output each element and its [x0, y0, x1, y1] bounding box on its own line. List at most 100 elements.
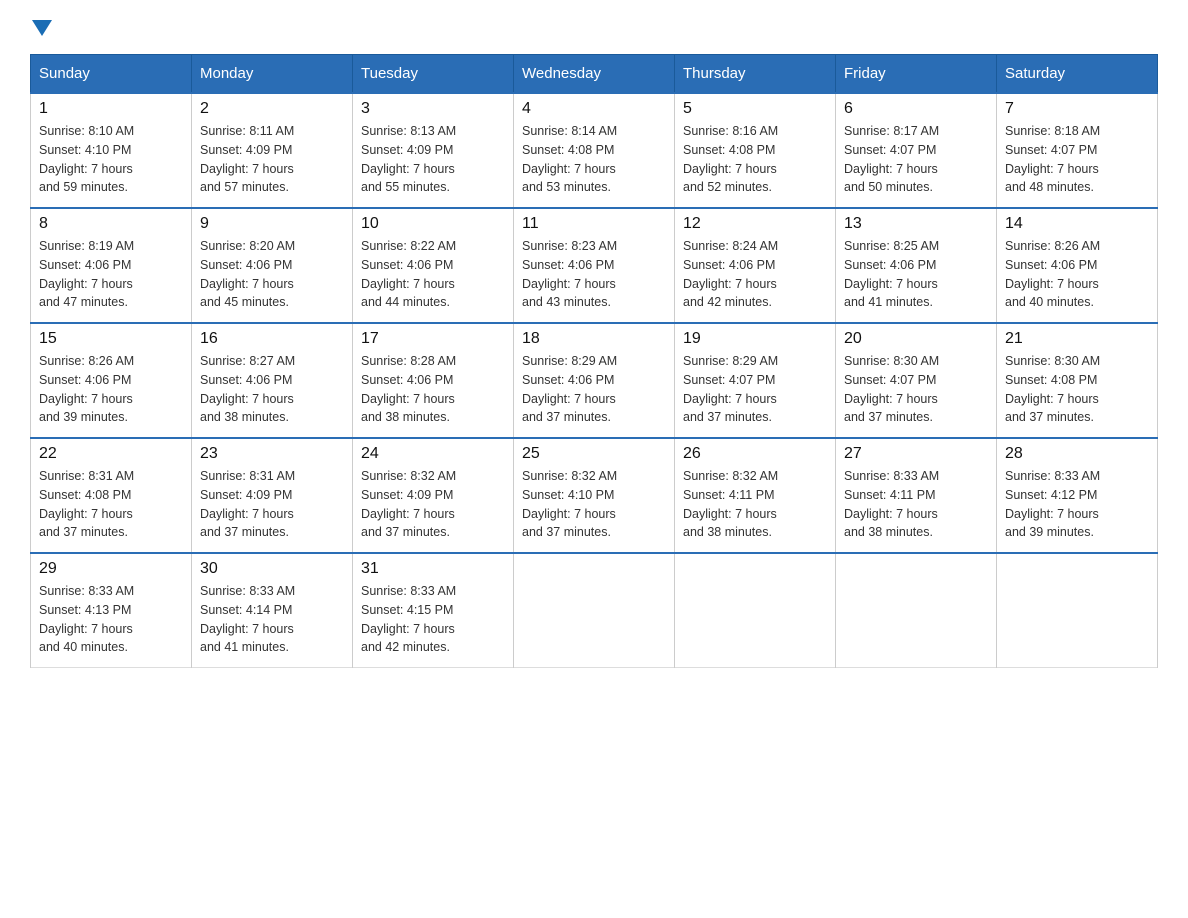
day-number: 12 — [683, 215, 827, 233]
day-info: Sunrise: 8:23 AM Sunset: 4:06 PM Dayligh… — [522, 237, 666, 312]
day-number: 25 — [522, 445, 666, 463]
calendar-cell: 3 Sunrise: 8:13 AM Sunset: 4:09 PM Dayli… — [353, 93, 514, 208]
calendar-cell: 27 Sunrise: 8:33 AM Sunset: 4:11 PM Dayl… — [836, 438, 997, 553]
calendar-cell: 7 Sunrise: 8:18 AM Sunset: 4:07 PM Dayli… — [997, 93, 1158, 208]
day-number: 31 — [361, 560, 505, 578]
calendar-cell: 1 Sunrise: 8:10 AM Sunset: 4:10 PM Dayli… — [31, 93, 192, 208]
weekday-header-thursday: Thursday — [675, 55, 836, 94]
day-number: 29 — [39, 560, 183, 578]
day-info: Sunrise: 8:32 AM Sunset: 4:11 PM Dayligh… — [683, 467, 827, 542]
day-info: Sunrise: 8:26 AM Sunset: 4:06 PM Dayligh… — [1005, 237, 1149, 312]
calendar-cell: 24 Sunrise: 8:32 AM Sunset: 4:09 PM Dayl… — [353, 438, 514, 553]
day-info: Sunrise: 8:18 AM Sunset: 4:07 PM Dayligh… — [1005, 122, 1149, 197]
day-number: 14 — [1005, 215, 1149, 233]
calendar-cell: 29 Sunrise: 8:33 AM Sunset: 4:13 PM Dayl… — [31, 553, 192, 668]
day-number: 7 — [1005, 100, 1149, 118]
day-info: Sunrise: 8:20 AM Sunset: 4:06 PM Dayligh… — [200, 237, 344, 312]
day-number: 28 — [1005, 445, 1149, 463]
day-number: 3 — [361, 100, 505, 118]
day-number: 17 — [361, 330, 505, 348]
day-info: Sunrise: 8:13 AM Sunset: 4:09 PM Dayligh… — [361, 122, 505, 197]
calendar-cell: 19 Sunrise: 8:29 AM Sunset: 4:07 PM Dayl… — [675, 323, 836, 438]
day-info: Sunrise: 8:24 AM Sunset: 4:06 PM Dayligh… — [683, 237, 827, 312]
day-number: 1 — [39, 100, 183, 118]
day-number: 6 — [844, 100, 988, 118]
calendar-cell: 21 Sunrise: 8:30 AM Sunset: 4:08 PM Dayl… — [997, 323, 1158, 438]
day-number: 23 — [200, 445, 344, 463]
day-number: 15 — [39, 330, 183, 348]
day-number: 2 — [200, 100, 344, 118]
day-number: 26 — [683, 445, 827, 463]
day-info: Sunrise: 8:26 AM Sunset: 4:06 PM Dayligh… — [39, 352, 183, 427]
calendar-cell: 25 Sunrise: 8:32 AM Sunset: 4:10 PM Dayl… — [514, 438, 675, 553]
weekday-header-monday: Monday — [192, 55, 353, 94]
day-info: Sunrise: 8:31 AM Sunset: 4:08 PM Dayligh… — [39, 467, 183, 542]
calendar-cell: 18 Sunrise: 8:29 AM Sunset: 4:06 PM Dayl… — [514, 323, 675, 438]
day-number: 20 — [844, 330, 988, 348]
weekday-header-sunday: Sunday — [31, 55, 192, 94]
calendar-cell: 6 Sunrise: 8:17 AM Sunset: 4:07 PM Dayli… — [836, 93, 997, 208]
day-number: 11 — [522, 215, 666, 233]
calendar-week-row: 15 Sunrise: 8:26 AM Sunset: 4:06 PM Dayl… — [31, 323, 1158, 438]
day-number: 24 — [361, 445, 505, 463]
day-number: 5 — [683, 100, 827, 118]
day-info: Sunrise: 8:19 AM Sunset: 4:06 PM Dayligh… — [39, 237, 183, 312]
calendar-cell: 20 Sunrise: 8:30 AM Sunset: 4:07 PM Dayl… — [836, 323, 997, 438]
day-info: Sunrise: 8:14 AM Sunset: 4:08 PM Dayligh… — [522, 122, 666, 197]
calendar-cell: 2 Sunrise: 8:11 AM Sunset: 4:09 PM Dayli… — [192, 93, 353, 208]
calendar-cell: 30 Sunrise: 8:33 AM Sunset: 4:14 PM Dayl… — [192, 553, 353, 668]
calendar-cell: 12 Sunrise: 8:24 AM Sunset: 4:06 PM Dayl… — [675, 208, 836, 323]
day-number: 18 — [522, 330, 666, 348]
day-number: 27 — [844, 445, 988, 463]
calendar-cell: 23 Sunrise: 8:31 AM Sunset: 4:09 PM Dayl… — [192, 438, 353, 553]
day-info: Sunrise: 8:33 AM Sunset: 4:14 PM Dayligh… — [200, 582, 344, 657]
calendar-cell: 14 Sunrise: 8:26 AM Sunset: 4:06 PM Dayl… — [997, 208, 1158, 323]
calendar-cell: 17 Sunrise: 8:28 AM Sunset: 4:06 PM Dayl… — [353, 323, 514, 438]
calendar-cell — [675, 553, 836, 668]
day-info: Sunrise: 8:17 AM Sunset: 4:07 PM Dayligh… — [844, 122, 988, 197]
calendar-cell: 28 Sunrise: 8:33 AM Sunset: 4:12 PM Dayl… — [997, 438, 1158, 553]
weekday-header-row: SundayMondayTuesdayWednesdayThursdayFrid… — [31, 55, 1158, 94]
calendar-week-row: 8 Sunrise: 8:19 AM Sunset: 4:06 PM Dayli… — [31, 208, 1158, 323]
logo — [30, 20, 52, 34]
calendar-cell: 11 Sunrise: 8:23 AM Sunset: 4:06 PM Dayl… — [514, 208, 675, 323]
day-info: Sunrise: 8:32 AM Sunset: 4:09 PM Dayligh… — [361, 467, 505, 542]
day-number: 21 — [1005, 330, 1149, 348]
weekday-header-saturday: Saturday — [997, 55, 1158, 94]
day-info: Sunrise: 8:16 AM Sunset: 4:08 PM Dayligh… — [683, 122, 827, 197]
day-number: 16 — [200, 330, 344, 348]
day-info: Sunrise: 8:33 AM Sunset: 4:12 PM Dayligh… — [1005, 467, 1149, 542]
calendar-cell: 8 Sunrise: 8:19 AM Sunset: 4:06 PM Dayli… — [31, 208, 192, 323]
calendar-cell: 9 Sunrise: 8:20 AM Sunset: 4:06 PM Dayli… — [192, 208, 353, 323]
weekday-header-tuesday: Tuesday — [353, 55, 514, 94]
day-number: 4 — [522, 100, 666, 118]
day-number: 22 — [39, 445, 183, 463]
calendar-week-row: 29 Sunrise: 8:33 AM Sunset: 4:13 PM Dayl… — [31, 553, 1158, 668]
day-number: 8 — [39, 215, 183, 233]
calendar-cell: 10 Sunrise: 8:22 AM Sunset: 4:06 PM Dayl… — [353, 208, 514, 323]
calendar-week-row: 22 Sunrise: 8:31 AM Sunset: 4:08 PM Dayl… — [31, 438, 1158, 553]
day-info: Sunrise: 8:22 AM Sunset: 4:06 PM Dayligh… — [361, 237, 505, 312]
calendar-cell: 15 Sunrise: 8:26 AM Sunset: 4:06 PM Dayl… — [31, 323, 192, 438]
day-info: Sunrise: 8:10 AM Sunset: 4:10 PM Dayligh… — [39, 122, 183, 197]
calendar-cell: 31 Sunrise: 8:33 AM Sunset: 4:15 PM Dayl… — [353, 553, 514, 668]
day-info: Sunrise: 8:33 AM Sunset: 4:13 PM Dayligh… — [39, 582, 183, 657]
day-info: Sunrise: 8:31 AM Sunset: 4:09 PM Dayligh… — [200, 467, 344, 542]
calendar-cell — [836, 553, 997, 668]
weekday-header-friday: Friday — [836, 55, 997, 94]
day-info: Sunrise: 8:30 AM Sunset: 4:08 PM Dayligh… — [1005, 352, 1149, 427]
day-number: 19 — [683, 330, 827, 348]
calendar-cell — [514, 553, 675, 668]
calendar-cell: 16 Sunrise: 8:27 AM Sunset: 4:06 PM Dayl… — [192, 323, 353, 438]
day-info: Sunrise: 8:33 AM Sunset: 4:11 PM Dayligh… — [844, 467, 988, 542]
calendar-table: SundayMondayTuesdayWednesdayThursdayFrid… — [30, 54, 1158, 668]
day-info: Sunrise: 8:25 AM Sunset: 4:06 PM Dayligh… — [844, 237, 988, 312]
weekday-header-wednesday: Wednesday — [514, 55, 675, 94]
day-number: 9 — [200, 215, 344, 233]
day-info: Sunrise: 8:27 AM Sunset: 4:06 PM Dayligh… — [200, 352, 344, 427]
calendar-week-row: 1 Sunrise: 8:10 AM Sunset: 4:10 PM Dayli… — [31, 93, 1158, 208]
day-info: Sunrise: 8:29 AM Sunset: 4:06 PM Dayligh… — [522, 352, 666, 427]
calendar-cell: 4 Sunrise: 8:14 AM Sunset: 4:08 PM Dayli… — [514, 93, 675, 208]
day-info: Sunrise: 8:11 AM Sunset: 4:09 PM Dayligh… — [200, 122, 344, 197]
calendar-cell: 22 Sunrise: 8:31 AM Sunset: 4:08 PM Dayl… — [31, 438, 192, 553]
